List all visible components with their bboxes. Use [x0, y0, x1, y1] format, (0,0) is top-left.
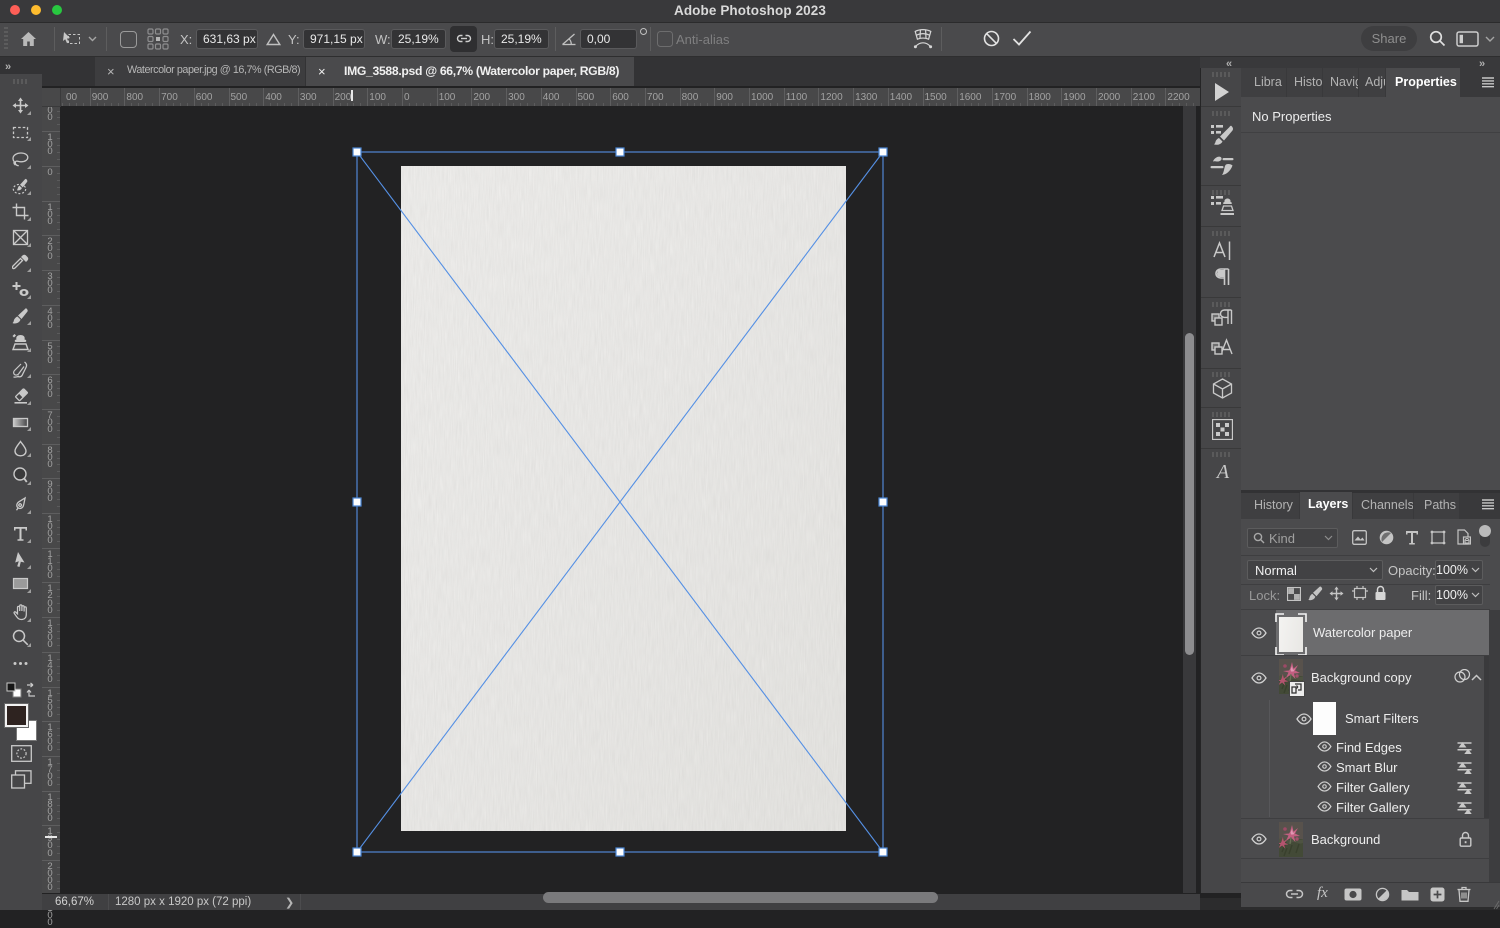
svg-text:A: A	[1215, 461, 1230, 483]
